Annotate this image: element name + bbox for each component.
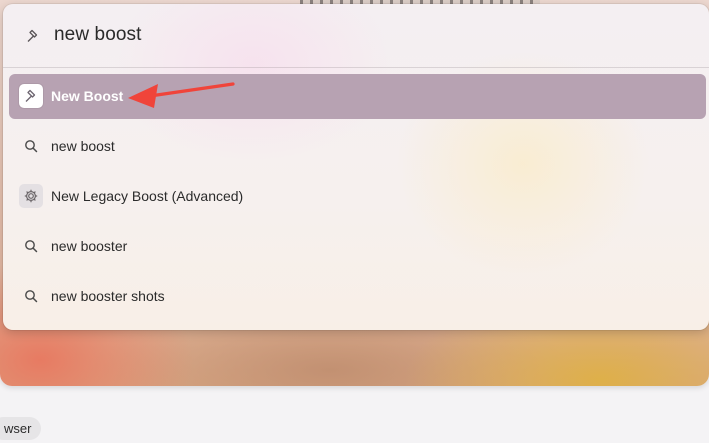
result-search-new-booster-shots[interactable]: new booster shots	[9, 274, 706, 319]
result-label: new boost	[51, 138, 115, 154]
search-icon	[19, 134, 43, 158]
result-search-new-boost[interactable]: new boost	[9, 124, 706, 169]
divider	[3, 67, 709, 68]
result-search-new-booster[interactable]: new booster	[9, 224, 706, 269]
search-icon	[19, 284, 43, 308]
boost-hammer-icon	[25, 28, 41, 44]
result-label: new booster	[51, 238, 128, 254]
result-label: new booster shots	[51, 288, 165, 304]
browser-chip[interactable]: wser	[0, 417, 42, 440]
browser-chip-label: wser	[4, 421, 32, 436]
gear-icon	[19, 184, 43, 208]
search-input[interactable]: new boost	[54, 24, 142, 46]
search-icon	[19, 234, 43, 258]
boost-hammer-icon	[19, 84, 43, 108]
result-new-legacy-boost[interactable]: New Legacy Boost (Advanced)	[9, 174, 706, 219]
result-new-boost[interactable]: New Boost	[9, 74, 706, 119]
search-bar[interactable]: new boost	[3, 4, 709, 68]
result-label: New Boost	[51, 88, 124, 104]
result-label: New Legacy Boost (Advanced)	[51, 188, 244, 204]
